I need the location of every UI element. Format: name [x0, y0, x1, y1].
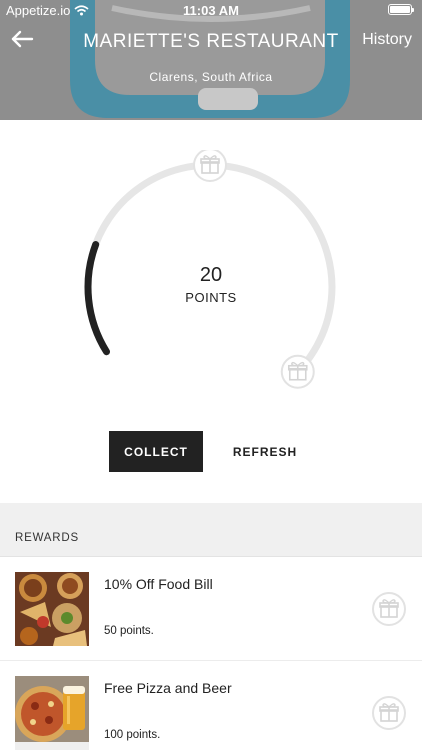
reward-image-pizza-beer — [15, 676, 89, 750]
gift-icon[interactable] — [371, 591, 407, 627]
refresh-button[interactable]: REFRESH — [222, 431, 308, 472]
history-button[interactable]: History — [362, 31, 412, 49]
rewards-heading: REWARDS — [15, 532, 79, 544]
restaurant-header: Appetize.io 11:03 AM MARIETTE'S RESTAURA… — [0, 0, 422, 120]
reward-image-food — [15, 572, 89, 646]
reward-item[interactable]: 10% Off Food Bill 50 points. — [0, 557, 422, 661]
collect-button[interactable]: COLLECT — [109, 431, 203, 472]
battery-icon — [388, 4, 414, 15]
reward-points: 100 points. — [104, 729, 161, 741]
points-label: POINTS — [185, 290, 237, 305]
restaurant-name: MARIETTE'S RESTAURANT — [83, 31, 339, 52]
reward-points: 50 points. — [104, 625, 154, 637]
reward-item[interactable]: Free Pizza and Beer 100 points. — [0, 661, 422, 750]
milestone-gift-icon — [193, 150, 227, 182]
reward-title: 10% Off Food Bill — [104, 576, 213, 592]
status-bar: Appetize.io 11:03 AM — [0, 0, 422, 22]
gift-icon[interactable] — [371, 695, 407, 731]
restaurant-location: Clarens, South Africa — [149, 70, 273, 84]
milestone-gift-icon — [280, 354, 315, 389]
rewards-section-header: REWARDS — [0, 503, 422, 557]
points-value: 20 — [199, 264, 223, 286]
status-time: 11:03 AM — [183, 3, 239, 18]
reward-title: Free Pizza and Beer — [104, 680, 232, 696]
